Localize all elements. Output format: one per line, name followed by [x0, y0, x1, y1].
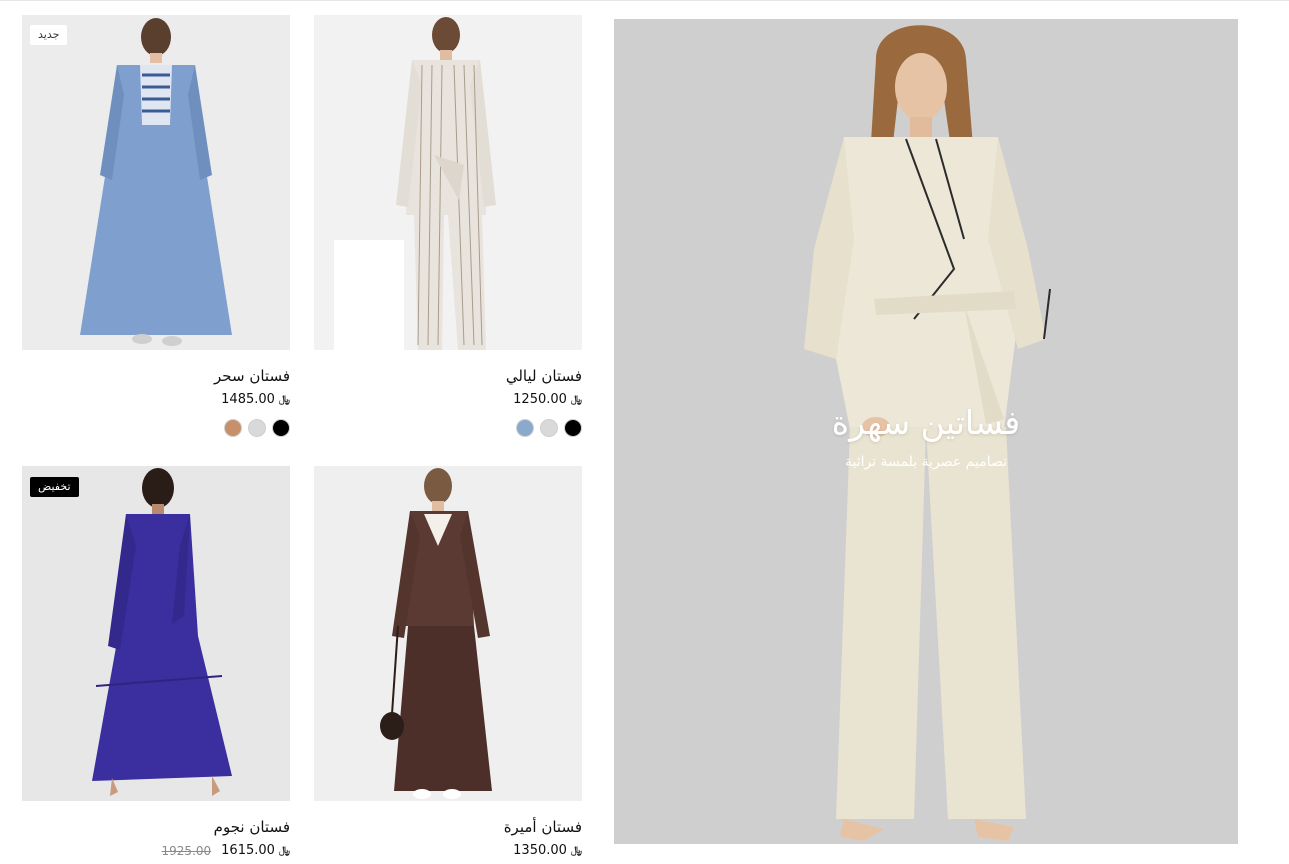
price-row: 1925.00 1615.00 ﷼: [22, 843, 291, 859]
price-row: 1485.00 ﷼: [22, 392, 291, 408]
price-row: 1350.00 ﷼: [314, 843, 583, 859]
top-divider: [0, 0, 1289, 1]
product-card[interactable]: جديد فستان سحر 1485.00 ﷼: [22, 15, 291, 437]
product-name[interactable]: فستان ليالي: [314, 367, 582, 385]
old-price: 1925.00: [161, 844, 212, 858]
riyal-icon: ﷼: [570, 845, 583, 856]
product-image[interactable]: [314, 466, 582, 801]
product-image[interactable]: جديد: [22, 15, 290, 350]
price-row: 1250.00 ﷼: [314, 392, 583, 408]
price-value: 1615.00: [221, 843, 275, 858]
sale-badge: تخفيض: [30, 477, 79, 497]
new-badge: جديد: [30, 25, 68, 45]
swatch-tan[interactable]: [224, 419, 242, 437]
color-swatches: [22, 419, 290, 437]
riyal-icon: ﷼: [278, 394, 291, 405]
product-image[interactable]: تخفيض: [22, 466, 290, 801]
swatch-black[interactable]: [564, 419, 582, 437]
color-swatches: [314, 419, 582, 437]
product-image[interactable]: [314, 15, 582, 350]
hero-title[interactable]: فساتين سهرة: [614, 403, 1238, 443]
price: 1250.00 ﷼: [513, 392, 583, 408]
swatch-blue[interactable]: [516, 419, 534, 437]
product-card[interactable]: فستان ليالي 1250.00 ﷼: [314, 15, 583, 437]
product-card[interactable]: فستان أميرة 1350.00 ﷼: [314, 466, 583, 859]
riyal-icon: ﷼: [278, 845, 291, 856]
hero-text: فساتين سهرة تصاميم عصرية بلمسة تراثية: [614, 403, 1238, 471]
product-name[interactable]: فستان سحر: [22, 367, 290, 385]
product-card[interactable]: تخفيض فستان نجوم 1925.00 1615.00 ﷼: [22, 466, 291, 859]
price: 1615.00 ﷼: [221, 843, 291, 859]
swatch-black[interactable]: [272, 419, 290, 437]
product-name[interactable]: فستان نجوم: [22, 818, 290, 836]
swatch-light-gray[interactable]: [540, 419, 558, 437]
price: 1350.00 ﷼: [513, 843, 583, 859]
price-value: 1250.00: [513, 392, 567, 407]
price-value: 1350.00: [513, 843, 567, 858]
riyal-icon: ﷼: [570, 394, 583, 405]
price: 1485.00 ﷼: [221, 392, 291, 408]
swatch-light-gray[interactable]: [248, 419, 266, 437]
product-name[interactable]: فستان أميرة: [314, 818, 582, 836]
hero-subtitle: تصاميم عصرية بلمسة تراثية: [844, 454, 1008, 470]
hero-banner[interactable]: فساتين سهرة تصاميم عصرية بلمسة تراثية: [614, 19, 1238, 844]
price-value: 1485.00: [221, 392, 275, 407]
